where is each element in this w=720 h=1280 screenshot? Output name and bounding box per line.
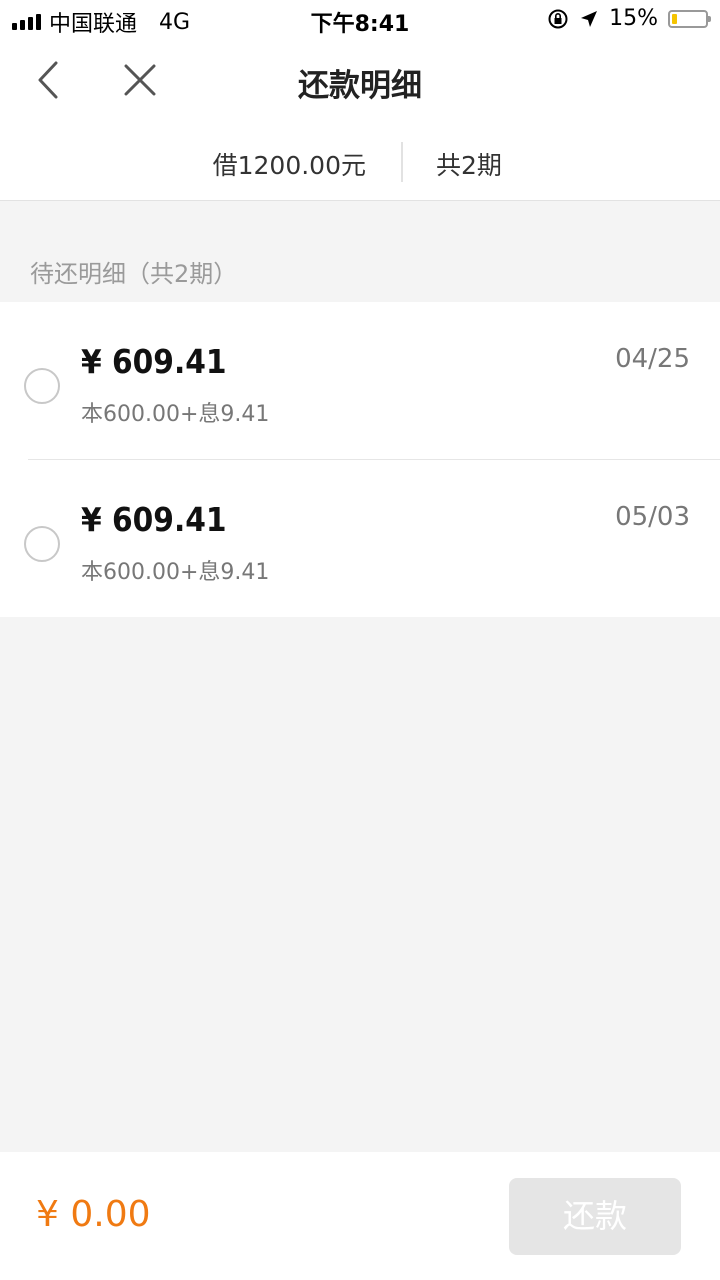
location-arrow-icon (581, 10, 598, 27)
installment-item[interactable]: ¥ 609.41 本600.00+息9.41 05/03 (24, 459, 720, 617)
loan-amount: 借1200.00元 (212, 151, 366, 180)
repay-button[interactable]: 还款 (509, 1178, 681, 1255)
nav-bar: 还款明细 (0, 40, 720, 122)
select-radio[interactable] (24, 526, 60, 562)
loan-summary: 借1200.00元 共2期 (0, 122, 720, 201)
installment-list: ¥ 609.41 本600.00+息9.41 04/25 ¥ 609.41 本6… (0, 302, 720, 617)
page-title: 还款明细 (298, 68, 422, 104)
section-title: 待还明细（共2期） (30, 260, 238, 288)
installment-item[interactable]: ¥ 609.41 本600.00+息9.41 04/25 (0, 302, 720, 459)
installment-amount: ¥ 609.41 (81, 500, 227, 539)
battery-fill (672, 13, 677, 24)
status-right: 15% (547, 6, 711, 31)
battery-percent: 15% (609, 6, 658, 31)
bottom-bar: ¥ 0.00 还款 (0, 1152, 720, 1280)
summary-divider (401, 142, 403, 182)
selected-total: ¥ 0.00 (36, 1194, 151, 1235)
repayment-detail-page: 中国联通 4G 下午8:41 15% 还款明细 借1200.00元 共2期 待还… (0, 0, 720, 1280)
orientation-lock-icon (548, 9, 568, 28)
loan-periods: 共2期 (436, 151, 502, 180)
installment-detail: 本600.00+息9.41 (81, 402, 270, 427)
status-bar: 中国联通 4G 下午8:41 15% (0, 0, 720, 40)
select-radio[interactable] (24, 368, 60, 404)
installment-amount: ¥ 609.41 (81, 342, 227, 381)
installment-date: 05/03 (615, 502, 690, 532)
installment-detail: 本600.00+息9.41 (81, 560, 270, 585)
installment-date: 04/25 (615, 344, 690, 374)
battery-icon (668, 9, 711, 28)
